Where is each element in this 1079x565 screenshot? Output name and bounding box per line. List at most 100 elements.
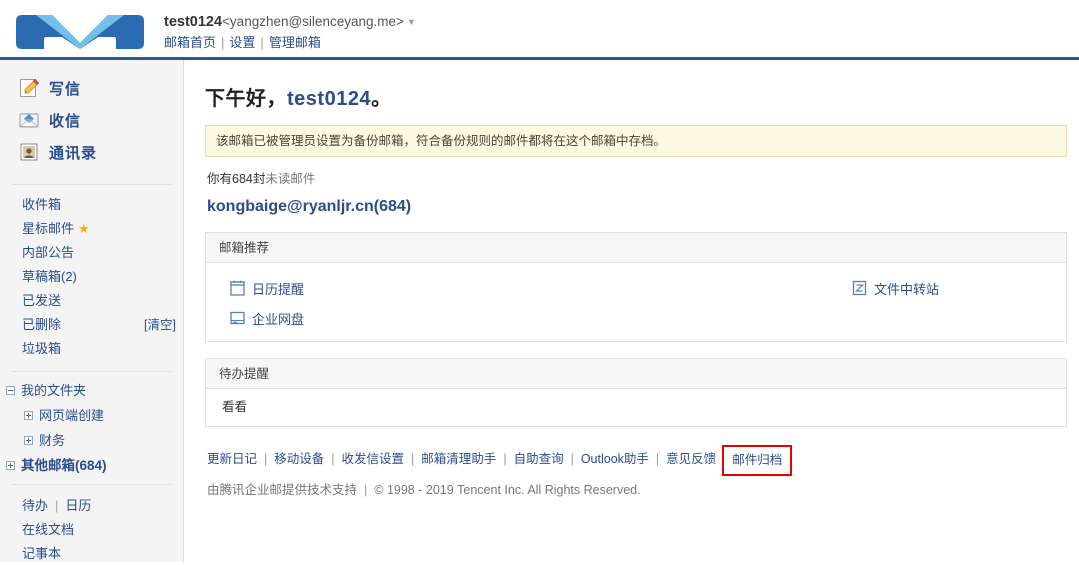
page-header: test0124<yangzhen@silenceyang.me> ▼ 邮箱首页 |… bbox=[0, 0, 1079, 60]
footer: 更新日记 | 移动设备 | 收发信设置 | 邮箱清理助手 | 自助查询 | Outlook助手 | 意见… bbox=[205, 444, 1067, 499]
sidebar-folder-announcements-label: 内部公告 bbox=[22, 245, 75, 260]
sidebar-folder-deleted[interactable]: 已删除 [清空] bbox=[0, 313, 183, 337]
footer-link-outlook-assistant[interactable]: Outlook助手 bbox=[581, 452, 649, 466]
tool-separator: | bbox=[55, 498, 59, 513]
mailbox-recommend-body: 日历提醒 企业网盘 文件中转站 bbox=[206, 263, 1066, 341]
sidebar-tree-web-created[interactable]: 网页端创建 bbox=[0, 403, 183, 428]
sidebar-folder-announcements[interactable]: 内部公告 bbox=[0, 241, 183, 265]
sidebar-folder-sent-label: 已发送 bbox=[22, 293, 62, 308]
mail-logo[interactable] bbox=[12, 13, 148, 51]
footer-separator-2: | bbox=[331, 452, 335, 466]
sidebar: 写信 收信 通讯录 收件箱 星标邮件 ★ 内部公告 草稿箱(2) 已发送 已删除… bbox=[0, 60, 184, 562]
sidebar-tree-finance[interactable]: 财务 bbox=[0, 428, 183, 453]
sidebar-tree-other-mailboxes[interactable]: 其他邮箱(684) bbox=[0, 453, 183, 478]
backup-mailbox-notice: 该邮箱已被管理员设置为备份邮箱，符合备份规则的邮件都将在这个邮箱中存档。 bbox=[205, 125, 1067, 157]
footer-separator-3: | bbox=[411, 452, 415, 466]
sidebar-folder-spam-label: 垃圾箱 bbox=[22, 341, 62, 356]
sidebar-tool-online-docs[interactable]: 在线文档 bbox=[0, 518, 183, 542]
todo-reminder-title: 待办提醒 bbox=[206, 359, 1066, 389]
greeting-name: test0124 bbox=[287, 88, 372, 110]
linked-mailbox-link[interactable]: kongbaige@ryanljr.cn(684) bbox=[207, 198, 411, 216]
sidebar-item-compose-label: 写信 bbox=[49, 80, 82, 98]
recommend-item-calendar[interactable]: 日历提醒 bbox=[230, 273, 304, 303]
sidebar-tree-my-folders[interactable]: 我的文件夹 bbox=[0, 378, 183, 403]
footer-separator-6: | bbox=[655, 452, 660, 466]
account-info: test0124<yangzhen@silenceyang.me> ▼ 邮箱首页 |… bbox=[164, 12, 416, 51]
nav-separator-2: | bbox=[260, 35, 264, 51]
sidebar-folder-sent[interactable]: 已发送 bbox=[0, 289, 183, 313]
footer-separator-4: | bbox=[503, 452, 507, 466]
chevron-down-icon[interactable]: ▼ bbox=[407, 13, 416, 31]
sidebar-item-contacts-label: 通讯录 bbox=[49, 144, 98, 162]
nav-settings[interactable]: 设置 bbox=[229, 35, 255, 50]
sidebar-item-receive[interactable]: 收信 bbox=[0, 104, 183, 136]
sidebar-folder-starred[interactable]: 星标邮件 ★ bbox=[0, 217, 183, 241]
sidebar-item-receive-label: 收信 bbox=[49, 112, 82, 130]
page-title: 下午好，test0124。 bbox=[205, 82, 1067, 111]
recommend-item-calendar-label: 日历提醒 bbox=[252, 281, 305, 297]
sidebar-tree-my-folders-label: 我的文件夹 bbox=[21, 383, 87, 398]
logo-svg bbox=[16, 15, 144, 49]
todo-reminder-panel: 待办提醒 看看 bbox=[205, 358, 1067, 427]
todo-reminder-body: 看看 bbox=[206, 389, 1066, 426]
recommend-column-right: 文件中转站 bbox=[852, 273, 939, 303]
expand-plus-icon[interactable] bbox=[24, 411, 33, 421]
nav-mailbox-home[interactable]: 邮箱首页 bbox=[164, 35, 216, 50]
todo-item[interactable]: 看看 bbox=[222, 397, 1066, 417]
sidebar-tool-notepad[interactable]: 记事本 bbox=[0, 542, 183, 565]
footer-copyright: 由腾讯企业邮提供技术支持 | © 1998 - 2019 Tencent Inc. … bbox=[207, 481, 1067, 499]
account-name: test0124 bbox=[164, 14, 223, 30]
main-content: 下午好，test0124。 该邮箱已被管理员设置为备份邮箱，符合备份规则的邮件都… bbox=[185, 60, 1079, 562]
file-transfer-icon bbox=[852, 280, 867, 296]
sidebar-tool-list: 待办|日历 在线文档 记事本 企业网盘 文件中转站 bbox=[0, 491, 183, 565]
footer-copyright-text: © 1998 - 2019 Tencent Inc. All Rights Re… bbox=[374, 483, 641, 497]
footer-link-update-log[interactable]: 更新日记 bbox=[207, 452, 257, 466]
recommend-item-file-transfer[interactable]: 文件中转站 bbox=[852, 273, 939, 303]
footer-tech-support[interactable]: 由腾讯企业邮提供技术支持 bbox=[207, 483, 357, 497]
greeting-suffix: 。 bbox=[371, 88, 392, 110]
sidebar-item-compose[interactable]: 写信 bbox=[0, 72, 183, 104]
sidebar-divider-1 bbox=[12, 184, 171, 185]
recommend-item-file-transfer-label: 文件中转站 bbox=[874, 281, 940, 297]
footer-link-feedback[interactable]: 意见反馈 bbox=[666, 452, 716, 466]
footer-link-send-receive-settings[interactable]: 收发信设置 bbox=[342, 452, 405, 466]
sidebar-tool-todo[interactable]: 待办 bbox=[22, 498, 48, 513]
sidebar-divider-3 bbox=[12, 484, 171, 485]
nav-manage-mailbox[interactable]: 管理邮箱 bbox=[269, 35, 321, 50]
sidebar-folder-inbox[interactable]: 收件箱 bbox=[0, 193, 183, 217]
sidebar-tree-finance-label: 财务 bbox=[39, 433, 66, 448]
footer-link-mobile-device[interactable]: 移动设备 bbox=[274, 452, 324, 466]
sidebar-folder-starred-label: 星标邮件 bbox=[22, 221, 75, 236]
sidebar-item-contacts[interactable]: 通讯录 bbox=[0, 136, 183, 168]
sidebar-tool-todo-calendar[interactable]: 待办 | 日历 bbox=[0, 494, 183, 518]
footer-separator-1: | bbox=[264, 452, 268, 466]
footer-link-self-service-query[interactable]: 自助查询 bbox=[514, 452, 564, 466]
footer-link-mailbox-cleanup[interactable]: 邮箱清理助手 bbox=[421, 452, 496, 466]
calendar-icon bbox=[230, 280, 245, 296]
nav-separator-1: | bbox=[221, 35, 225, 51]
sidebar-tree-other-mailboxes-label: 其他邮箱(684) bbox=[21, 458, 107, 473]
expand-plus-icon[interactable] bbox=[24, 436, 33, 446]
sidebar-folder-spam[interactable]: 垃圾箱 bbox=[0, 337, 183, 361]
sidebar-main-actions: 写信 收信 通讯录 bbox=[0, 60, 183, 178]
footer-link-mail-archive-highlight[interactable]: 邮件归档 bbox=[722, 445, 793, 476]
receive-icon bbox=[18, 109, 40, 131]
greeting-prefix: 下午好， bbox=[205, 88, 287, 110]
sidebar-tool-notepad-label: 记事本 bbox=[22, 546, 62, 561]
empty-deleted-link[interactable]: [清空] bbox=[144, 313, 176, 337]
star-icon: ★ bbox=[78, 221, 90, 236]
compose-icon bbox=[18, 77, 40, 99]
footer-links: 更新日记 | 移动设备 | 收发信设置 | 邮箱清理助手 | 自助查询 | Outlook助手 | 意见… bbox=[207, 444, 1067, 476]
mailbox-recommend-title: 邮箱推荐 bbox=[206, 233, 1066, 263]
sidebar-folder-drafts[interactable]: 草稿箱(2) bbox=[0, 265, 183, 289]
expand-plus-icon[interactable] bbox=[6, 460, 15, 470]
recommend-item-enterprise-disk[interactable]: 企业网盘 bbox=[230, 303, 304, 333]
account-identity[interactable]: test0124<yangzhen@silenceyang.me> ▼ bbox=[164, 12, 416, 31]
footer-separator-5: | bbox=[570, 452, 574, 466]
sidebar-tool-calendar[interactable]: 日历 bbox=[65, 498, 91, 513]
sidebar-folder-drafts-label: 草稿箱(2) bbox=[22, 269, 77, 284]
disk-icon bbox=[230, 310, 245, 326]
footer-link-mail-archive[interactable]: 邮件归档 bbox=[732, 453, 782, 467]
unread-summary: 你有684封未读邮件 bbox=[207, 168, 1067, 187]
collapse-minus-icon[interactable] bbox=[6, 386, 15, 396]
